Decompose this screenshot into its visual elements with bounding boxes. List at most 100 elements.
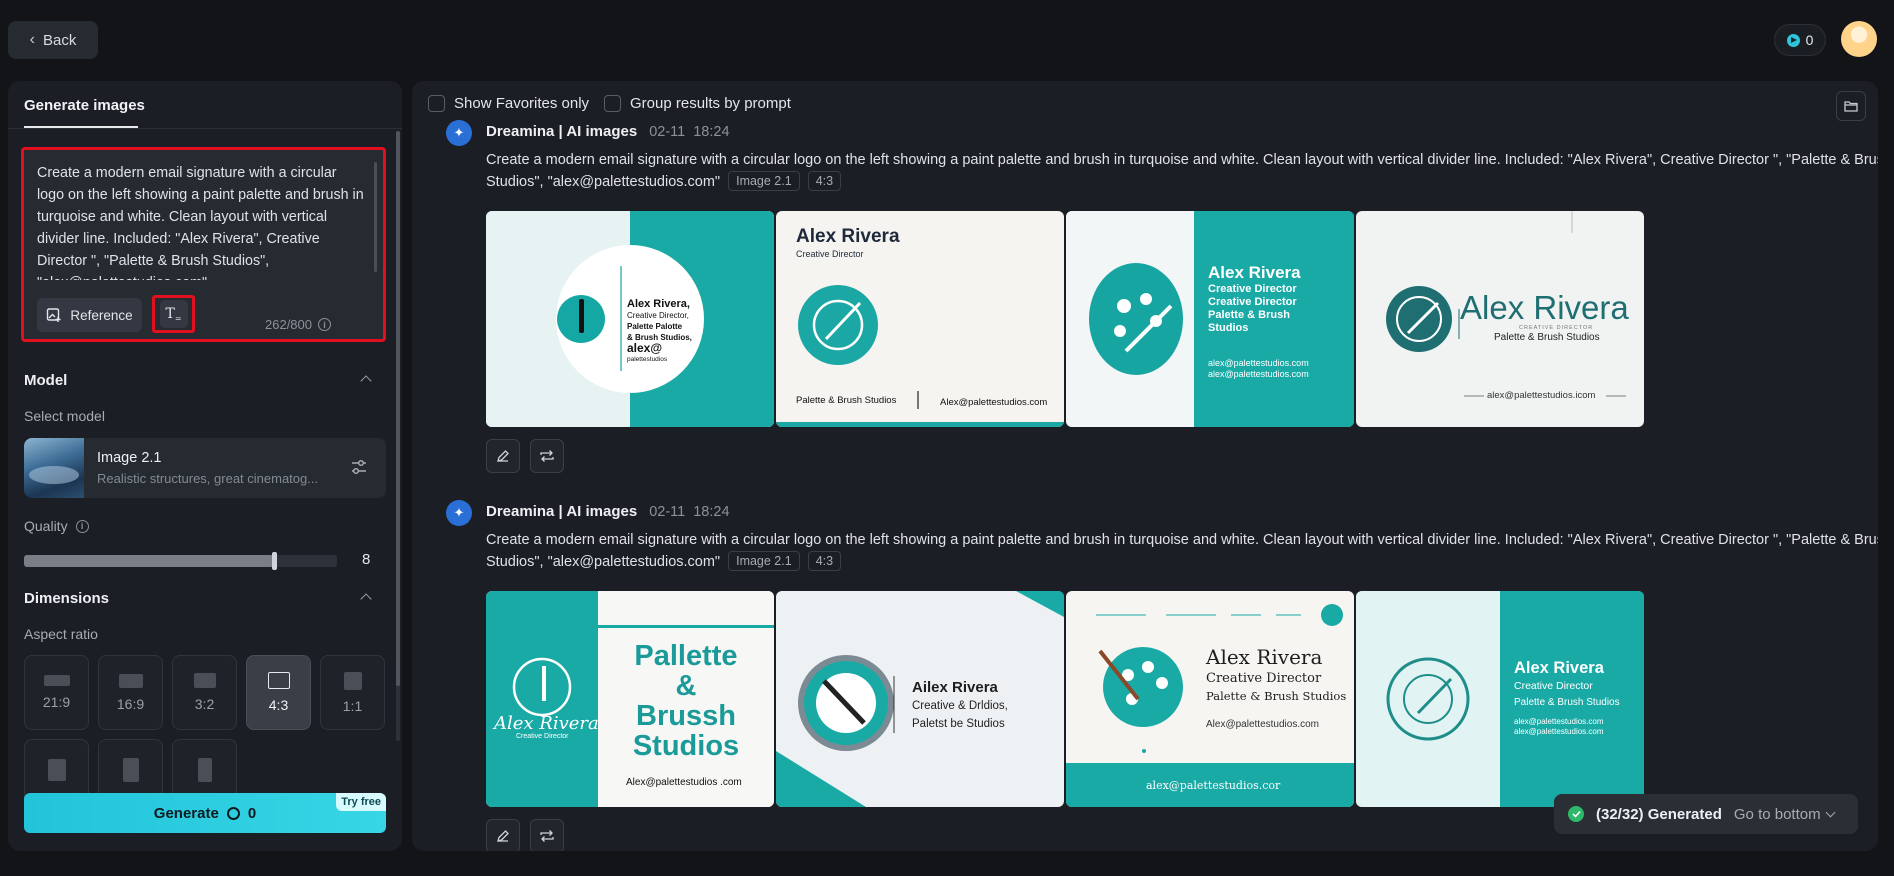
generated-image[interactable]: Alex Rivera CREATIVE DIRECTOR Palette & … bbox=[1356, 211, 1644, 427]
model-selector[interactable]: Image 2.1 Realistic structures, great ci… bbox=[24, 438, 386, 498]
card-name: Alex Rivera bbox=[1206, 645, 1323, 669]
ratio-3-2[interactable]: 3:2 bbox=[172, 655, 237, 730]
chevron-down-icon bbox=[1825, 807, 1836, 817]
generated-image[interactable]: Alex Rivera Creative Director Palette & … bbox=[776, 211, 1064, 427]
card-name: Ailex Rivera bbox=[912, 679, 998, 696]
ratio-4-3[interactable]: 4:3 bbox=[246, 655, 311, 730]
ratio-1-1[interactable]: 1:1 bbox=[320, 655, 385, 730]
quality-label-row: Quality i bbox=[24, 518, 89, 534]
info-icon[interactable]: i bbox=[318, 318, 331, 331]
dreamina-logo-icon: ✦ bbox=[446, 120, 472, 146]
image-row-1: Alex Rivera, Creative Director, Palette … bbox=[486, 211, 1644, 427]
ratio-label: 1:1 bbox=[342, 697, 363, 714]
generate-button[interactable]: Generate 0 Try free bbox=[24, 793, 386, 833]
folder-icon bbox=[1844, 101, 1858, 112]
entry-prompt-text: Create a modern email signature with a c… bbox=[486, 532, 1878, 570]
edit-button[interactable] bbox=[486, 819, 520, 851]
ratio-shape-icon bbox=[118, 673, 143, 688]
card-studio: Palette & Brush Studios bbox=[796, 395, 897, 406]
show-favorites-label: Show Favorites only bbox=[454, 95, 590, 112]
generated-image[interactable]: Alex Rivera, Creative Director, Palette … bbox=[486, 211, 774, 427]
quality-slider[interactable] bbox=[24, 552, 337, 570]
model-tag[interactable]: Image 2.1 bbox=[728, 171, 800, 191]
info-icon[interactable]: i bbox=[75, 519, 89, 533]
divider bbox=[8, 128, 402, 129]
card-name: Alex Rivera bbox=[494, 713, 599, 734]
card-studio-block: Pallette & Brussh Studios bbox=[626, 641, 746, 761]
generated-image[interactable]: Ailex Rivera Creative & Drldios, Paletst… bbox=[776, 591, 1064, 807]
sliders-icon[interactable] bbox=[350, 458, 368, 476]
card-text: Alex Rivera, Creative Director, Palette … bbox=[627, 299, 707, 365]
card-studio: & Brussh bbox=[636, 670, 736, 732]
image-preview bbox=[776, 591, 1064, 807]
checkbox[interactable] bbox=[604, 95, 621, 112]
card-email: alex@palettestudios.cor bbox=[1146, 779, 1281, 792]
reference-button[interactable]: Reference bbox=[37, 298, 142, 332]
ratio-21-9[interactable]: 21:9 bbox=[24, 655, 89, 730]
entry-time: 18:24 bbox=[693, 124, 730, 140]
edit-button[interactable] bbox=[486, 439, 520, 473]
card-email: Alex@palettestudios.com bbox=[940, 397, 1048, 408]
ratio-tag[interactable]: 4:3 bbox=[807, 171, 842, 191]
credit-coin-icon bbox=[226, 806, 240, 820]
ratio-shape-icon bbox=[43, 675, 70, 686]
card-email-block: alex@palettestudios.com alex@palettestud… bbox=[1208, 358, 1309, 380]
tab-generate-images[interactable]: Generate images bbox=[24, 97, 145, 114]
folder-button[interactable] bbox=[1836, 91, 1866, 121]
check-circle-icon bbox=[1568, 806, 1584, 822]
card-name: Alex Rivera bbox=[1514, 659, 1604, 677]
ratio-shape-icon bbox=[122, 757, 139, 782]
generated-image[interactable]: Alex Rivera Creative Director Palette & … bbox=[1066, 591, 1354, 807]
model-tag[interactable]: Image 2.1 bbox=[728, 551, 800, 571]
regenerate-button[interactable] bbox=[530, 439, 564, 473]
panel-scrollbar[interactable] bbox=[396, 131, 400, 741]
ratio-tag[interactable]: 4:3 bbox=[807, 551, 842, 571]
text-style-button[interactable]: T = bbox=[152, 295, 195, 333]
card-studio: Palette & Brush Studios bbox=[1208, 309, 1290, 334]
results-panel: Show Favorites only Group results by pro… bbox=[412, 81, 1878, 851]
group-results-label: Group results by prompt bbox=[630, 95, 791, 112]
card-email: alex@palettestudios.com bbox=[1514, 727, 1604, 736]
quality-slider-handle[interactable] bbox=[272, 552, 278, 570]
card-title: Creative Director bbox=[1208, 296, 1297, 308]
entry-date: 02-11 bbox=[649, 504, 686, 520]
card-line: Alex Rivera, bbox=[627, 298, 690, 310]
try-free-badge: Try free bbox=[336, 793, 386, 811]
checkbox[interactable] bbox=[428, 95, 445, 112]
generated-image[interactable]: Alex Rivera Creative Director Palette & … bbox=[1356, 591, 1644, 807]
chevron-up-icon[interactable] bbox=[360, 375, 372, 387]
regenerate-button[interactable] bbox=[530, 819, 564, 851]
generated-image[interactable]: Alex Rivera Creative Director Pallette &… bbox=[486, 591, 774, 807]
pencil-icon bbox=[497, 830, 509, 842]
show-favorites-filter[interactable]: Show Favorites only bbox=[428, 95, 589, 112]
credits-badge[interactable]: 0 bbox=[1774, 24, 1826, 56]
generated-image[interactable]: Alex Rivera Creative Director Creative D… bbox=[1066, 211, 1354, 427]
reference-label: Reference bbox=[70, 307, 133, 323]
card-line: alex@ bbox=[627, 341, 663, 355]
generation-panel: Generate images Create a modern email si… bbox=[8, 81, 402, 851]
card-title-block: Creative Director Creative Director Pale… bbox=[1208, 283, 1318, 335]
prompt-input[interactable]: Create a modern email signature with a c… bbox=[37, 162, 367, 280]
prompt-scrollbar[interactable] bbox=[374, 162, 377, 272]
chevron-up-icon[interactable] bbox=[360, 593, 372, 605]
card-email-block: alex@palettestudios.com alex@palettestud… bbox=[1514, 717, 1604, 737]
card-email: alex@palettestudios.com bbox=[1208, 369, 1309, 379]
group-results-filter[interactable]: Group results by prompt bbox=[604, 95, 791, 112]
image-reference-icon bbox=[47, 308, 61, 322]
entry-time: 18:24 bbox=[693, 504, 730, 520]
back-button[interactable]: ‹ Back bbox=[8, 21, 98, 59]
card-title: Creative Director bbox=[796, 249, 864, 259]
entry-prompt: Create a modern email signature with a c… bbox=[486, 529, 1878, 573]
card-line: palettestudios bbox=[627, 356, 668, 363]
model-section-title: Model bbox=[24, 372, 68, 389]
ratio-16-9[interactable]: 16:9 bbox=[98, 655, 163, 730]
ratio-shape-icon bbox=[193, 673, 216, 688]
credit-coin-icon bbox=[1786, 33, 1800, 47]
generate-label: Generate bbox=[153, 804, 219, 822]
card-email: Alex@palettestudios.com bbox=[1206, 719, 1319, 730]
avatar[interactable] bbox=[1841, 21, 1877, 57]
card-studio: Palette & Brush Studios bbox=[1514, 697, 1620, 708]
go-to-bottom-button[interactable]: Go to bottom bbox=[1734, 806, 1836, 823]
generate-cost: 0 bbox=[247, 804, 257, 822]
text-format-icon: T = bbox=[159, 300, 188, 328]
